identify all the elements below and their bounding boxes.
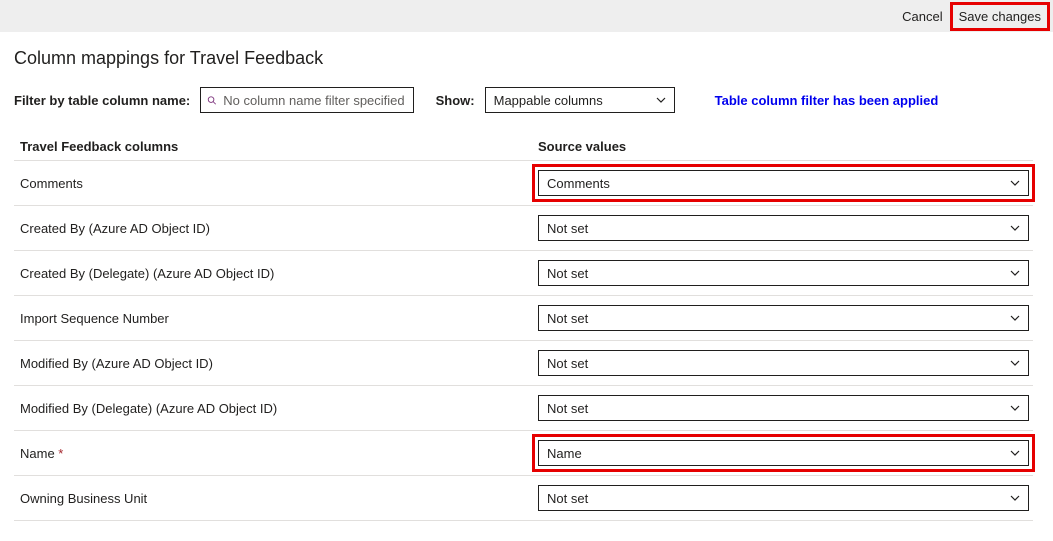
- filter-input[interactable]: No column name filter specified: [200, 87, 413, 113]
- top-bar: Cancel Save changes: [0, 0, 1053, 32]
- required-indicator: *: [55, 446, 64, 461]
- row-select-wrap: Comments: [538, 170, 1033, 196]
- source-value-select[interactable]: Comments: [538, 170, 1029, 196]
- table-row: Import Sequence Number Not set: [14, 296, 1033, 341]
- page-content: Column mappings for Travel Feedback Filt…: [0, 32, 1053, 521]
- table-row: Name * Name: [14, 431, 1033, 476]
- row-label: Modified By (Delegate) (Azure AD Object …: [20, 401, 538, 416]
- row-label: Created By (Azure AD Object ID): [20, 221, 538, 236]
- show-label: Show:: [436, 93, 475, 108]
- table-row: Modified By (Delegate) (Azure AD Object …: [14, 386, 1033, 431]
- chevron-down-icon: [1010, 358, 1020, 368]
- header-right: Source values: [538, 139, 1033, 154]
- source-value-text: Comments: [547, 176, 610, 191]
- source-value-select[interactable]: Name: [538, 440, 1029, 466]
- search-icon: [207, 95, 217, 105]
- chevron-down-icon: [1010, 448, 1020, 458]
- row-select-wrap: Name: [538, 440, 1033, 466]
- chevron-down-icon: [1010, 403, 1020, 413]
- row-select-wrap: Not set: [538, 215, 1033, 241]
- row-select-wrap: Not set: [538, 305, 1033, 331]
- row-label: Comments: [20, 176, 538, 191]
- save-changes-button[interactable]: Save changes: [953, 5, 1047, 28]
- source-value-select[interactable]: Not set: [538, 350, 1029, 376]
- row-label: Owning Business Unit: [20, 491, 538, 506]
- table-row: Owning Business Unit Not set: [14, 476, 1033, 521]
- show-select-value: Mappable columns: [494, 93, 603, 108]
- source-value-select[interactable]: Not set: [538, 260, 1029, 286]
- filter-applied-message: Table column filter has been applied: [715, 93, 939, 108]
- chevron-down-icon: [656, 95, 666, 105]
- source-value-text: Not set: [547, 311, 588, 326]
- show-select[interactable]: Mappable columns: [485, 87, 675, 113]
- filter-row: Filter by table column name: No column n…: [14, 87, 1033, 113]
- page-title: Column mappings for Travel Feedback: [14, 48, 1033, 69]
- rows-container: Comments Comments Created By (Azure AD Obj…: [14, 161, 1033, 521]
- row-label: Modified By (Azure AD Object ID): [20, 356, 538, 371]
- row-select-wrap: Not set: [538, 350, 1033, 376]
- row-select-wrap: Not set: [538, 260, 1033, 286]
- table-row: Created By (Delegate) (Azure AD Object I…: [14, 251, 1033, 296]
- source-value-select[interactable]: Not set: [538, 485, 1029, 511]
- row-label: Import Sequence Number: [20, 311, 538, 326]
- source-value-text: Not set: [547, 356, 588, 371]
- row-label: Created By (Delegate) (Azure AD Object I…: [20, 266, 538, 281]
- cancel-button[interactable]: Cancel: [896, 5, 948, 28]
- source-value-text: Not set: [547, 221, 588, 236]
- row-select-wrap: Not set: [538, 485, 1033, 511]
- source-value-text: Not set: [547, 401, 588, 416]
- chevron-down-icon: [1010, 493, 1020, 503]
- source-value-text: Not set: [547, 266, 588, 281]
- chevron-down-icon: [1010, 313, 1020, 323]
- source-value-select[interactable]: Not set: [538, 305, 1029, 331]
- table-row: Comments Comments: [14, 161, 1033, 206]
- row-select-wrap: Not set: [538, 395, 1033, 421]
- table-row: Modified By (Azure AD Object ID) Not set: [14, 341, 1033, 386]
- source-value-text: Not set: [547, 491, 588, 506]
- source-value-select[interactable]: Not set: [538, 395, 1029, 421]
- columns-header: Travel Feedback columns Source values: [14, 131, 1033, 161]
- table-row: Created By (Azure AD Object ID) Not set: [14, 206, 1033, 251]
- chevron-down-icon: [1010, 178, 1020, 188]
- filter-placeholder: No column name filter specified: [223, 93, 404, 108]
- chevron-down-icon: [1010, 268, 1020, 278]
- header-left: Travel Feedback columns: [20, 139, 538, 154]
- source-value-text: Name: [547, 446, 582, 461]
- source-value-select[interactable]: Not set: [538, 215, 1029, 241]
- chevron-down-icon: [1010, 223, 1020, 233]
- row-label: Name *: [20, 446, 538, 461]
- filter-label: Filter by table column name:: [14, 93, 190, 108]
